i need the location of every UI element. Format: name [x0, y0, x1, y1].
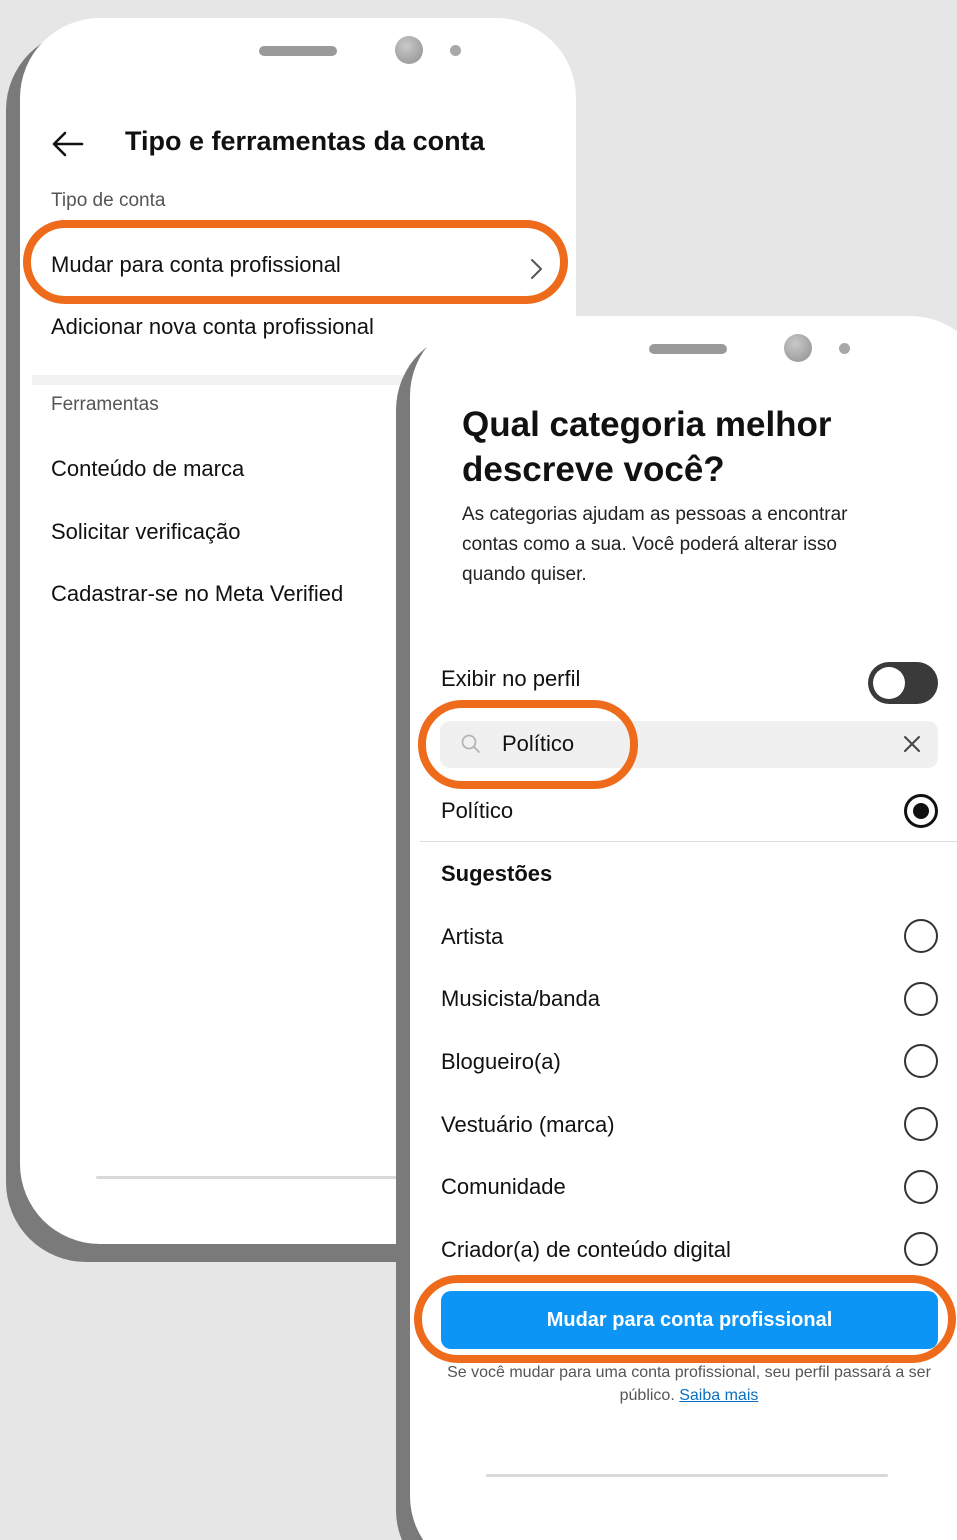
- radio-comunidade[interactable]: [904, 1170, 938, 1204]
- close-icon[interactable]: [902, 734, 922, 754]
- category-description: As categorias ajudam as pessoas a encont…: [462, 504, 848, 585]
- category-heading: Qual categoria melhor descreve você?: [462, 405, 832, 489]
- highlight-cta-button: [414, 1275, 956, 1363]
- suggestion-criador[interactable]: Criador(a) de conteúdo digital: [441, 1237, 731, 1263]
- suggestion-comunidade[interactable]: Comunidade: [441, 1174, 566, 1200]
- speaker-bar: [259, 46, 337, 56]
- sensor-dot: [450, 45, 461, 56]
- suggestions-heading: Sugestões: [441, 861, 553, 886]
- branded-content-item[interactable]: Conteúdo de marca: [51, 456, 244, 482]
- suggestion-blogueiro[interactable]: Blogueiro(a): [441, 1049, 561, 1075]
- page-title: Tipo e ferramentas da conta: [125, 126, 485, 156]
- radio-vestuario[interactable]: [904, 1107, 938, 1141]
- suggestion-vestuario[interactable]: Vestuário (marca): [441, 1112, 615, 1138]
- highlight-switch-professional: [23, 220, 568, 304]
- sensor-dot: [839, 343, 850, 354]
- speaker-bar: [649, 344, 727, 354]
- toggle-knob: [873, 667, 905, 699]
- radio-blogueiro[interactable]: [904, 1044, 938, 1078]
- meta-verified-item[interactable]: Cadastrar-se no Meta Verified: [51, 581, 343, 607]
- request-verification-item[interactable]: Solicitar verificação: [51, 519, 241, 545]
- radio-musicista[interactable]: [904, 982, 938, 1016]
- home-indicator: [486, 1474, 888, 1477]
- camera-icon: [395, 36, 423, 64]
- suggestion-artista[interactable]: Artista: [441, 924, 503, 950]
- display-on-profile-label: Exibir no perfil: [441, 666, 581, 691]
- privacy-footnote: Se você mudar para uma conta profissiona…: [442, 1361, 936, 1407]
- header: Tipo e ferramentas da conta: [20, 114, 576, 174]
- radio-artista[interactable]: [904, 919, 938, 953]
- section-label-account-type: Tipo de conta: [51, 190, 166, 211]
- arrow-left-icon[interactable]: [50, 124, 86, 164]
- suggestion-musicista[interactable]: Musicista/banda: [441, 986, 600, 1012]
- add-professional-account-item[interactable]: Adicionar nova conta profissional: [51, 314, 374, 340]
- section-label-tools: Ferramentas: [51, 394, 159, 415]
- highlight-search-value: [418, 700, 638, 789]
- selected-category-label[interactable]: Político: [441, 798, 513, 824]
- display-on-profile-toggle[interactable]: [868, 662, 938, 704]
- camera-icon: [784, 334, 812, 362]
- selected-category-radio[interactable]: [904, 794, 938, 828]
- divider: [420, 841, 957, 842]
- radio-criador[interactable]: [904, 1232, 938, 1266]
- learn-more-link[interactable]: Saiba mais: [679, 1387, 758, 1404]
